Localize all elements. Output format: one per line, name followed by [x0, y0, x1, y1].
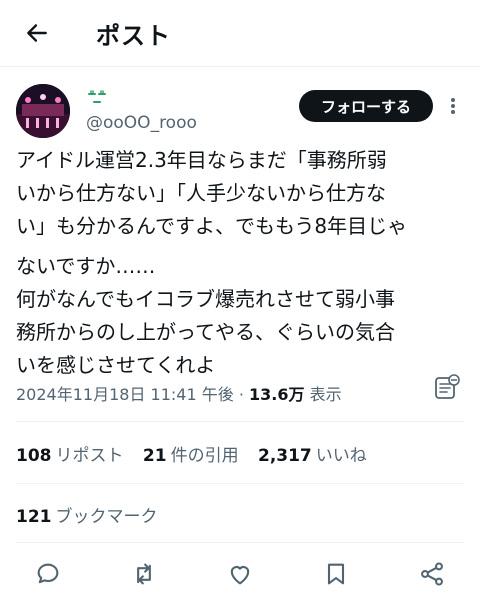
- divider: [16, 542, 464, 543]
- like-icon: [230, 566, 250, 585]
- tweet-line: いから仕方ない」「人手少ないから仕方な: [16, 181, 386, 205]
- likes-count: 2,317: [257, 446, 312, 466]
- bookmarks-label: ブックマーク: [55, 507, 158, 527]
- user-handle[interactable]: @ooOO_rooo: [86, 113, 197, 133]
- divider: [16, 483, 464, 484]
- back-arrow-icon: [27, 24, 47, 42]
- back-button[interactable]: [22, 18, 52, 48]
- action-bar: [0, 554, 480, 594]
- tweet-line: い」も分かるんですよ、でももう8年目じゃ: [16, 214, 408, 238]
- expressionless-face-icon: [88, 90, 106, 103]
- tweet-line: いを感じさせてくれよ: [16, 353, 216, 377]
- tweet-line: ないですか……: [16, 254, 156, 278]
- reposts-label: リポスト: [55, 446, 124, 466]
- meta-separator: ·: [238, 385, 244, 404]
- share-icon: [421, 562, 443, 586]
- bookmark-icon: [327, 563, 345, 585]
- more-dot-icon: [451, 110, 455, 114]
- avatar-image: [16, 84, 70, 138]
- views-label: 表示: [309, 385, 342, 404]
- bookmarks-stat[interactable]: 121 ブックマーク: [16, 502, 158, 527]
- tweet-line: 務所からのし上がってやる、ぐらいの気合: [16, 320, 395, 344]
- engagement-stats: 108 リポスト 21 件の引用 2,317 いいね: [16, 441, 381, 466]
- repost-button[interactable]: [130, 560, 158, 588]
- avatar[interactable]: [16, 84, 70, 138]
- likes-label: いいね: [315, 446, 367, 466]
- like-button[interactable]: [226, 560, 254, 588]
- top-bar: ポスト: [0, 0, 480, 67]
- quotes-label: 件の引用: [170, 446, 239, 466]
- reply-button[interactable]: [34, 560, 62, 588]
- quotes-stat[interactable]: 21 件の引用: [143, 446, 239, 466]
- tweet-meta: 2024年11月18日 11:41 午後 · 13.6万 表示: [16, 381, 342, 405]
- quotes-count: 21: [142, 446, 167, 466]
- analytics-note-icon: [435, 374, 460, 399]
- tweet-line: 何がなんでもイコラブ爆売れさせて弱小事: [16, 287, 395, 311]
- follow-button[interactable]: フォローする: [299, 90, 433, 122]
- more-options-button[interactable]: [443, 96, 463, 116]
- display-name[interactable]: [86, 88, 108, 106]
- bookmarks-count: 121: [16, 507, 52, 527]
- repost-icon: [137, 563, 151, 585]
- views-count: 13.6万: [249, 385, 305, 404]
- reply-icon: [37, 563, 59, 584]
- reposts-stat[interactable]: 108 リポスト: [16, 446, 124, 466]
- more-dot-icon: [451, 98, 455, 102]
- page-title: ポスト: [96, 22, 171, 50]
- likes-stat[interactable]: 2,317 いいね: [258, 446, 367, 466]
- bookmark-button[interactable]: [322, 560, 350, 588]
- post-analytics-icon[interactable]: [432, 372, 462, 402]
- more-dot-icon: [451, 104, 455, 108]
- reposts-count: 108: [16, 446, 52, 466]
- tweet-line: アイドル運営2.3年目ならまだ「事務所弱: [16, 148, 387, 172]
- share-button[interactable]: [418, 560, 446, 588]
- timestamp[interactable]: 2024年11月18日 11:41 午後: [16, 385, 234, 404]
- divider: [16, 421, 464, 422]
